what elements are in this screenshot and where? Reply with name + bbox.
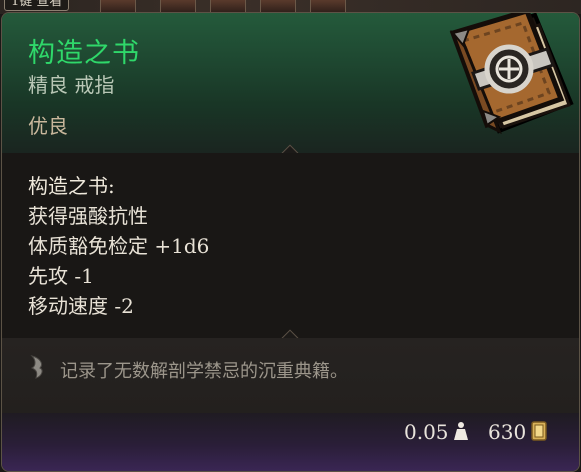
effect-line: 体质豁免检定 +1d6 <box>28 234 210 258</box>
effect-line: 先攻 -1 <box>28 264 94 288</box>
item-type: 精良 戒指 <box>28 73 115 97</box>
book-icon <box>449 13 574 135</box>
effect-line: 获得强酸抗性 <box>28 204 148 228</box>
hotkey-label: 1键 查看 <box>4 0 70 11</box>
flavor-text: 记录了无数解剖学禁忌的沉重典籍。 <box>60 361 348 382</box>
effects-list: 构造之书: 获得强酸抗性 体质豁免检定 +1d6 先攻 -1 移动速度 -2 <box>28 171 209 321</box>
gold-coin-icon <box>531 421 547 441</box>
item-tooltip: 构造之书 精良 戒指 优良 构造之书: 获得强酸抗性 体质豁免检定 +1d6 先… <box>1 12 580 472</box>
quill-icon <box>30 355 43 379</box>
weight-icon <box>454 422 468 440</box>
item-name: 构造之书 <box>28 38 140 69</box>
effects-heading: 构造之书: <box>28 174 115 198</box>
effect-line: 移动速度 -2 <box>28 294 134 318</box>
price-value: 630 <box>488 420 527 444</box>
weight-value: 0.05 <box>404 420 449 444</box>
item-rarity: 优良 <box>28 114 68 138</box>
